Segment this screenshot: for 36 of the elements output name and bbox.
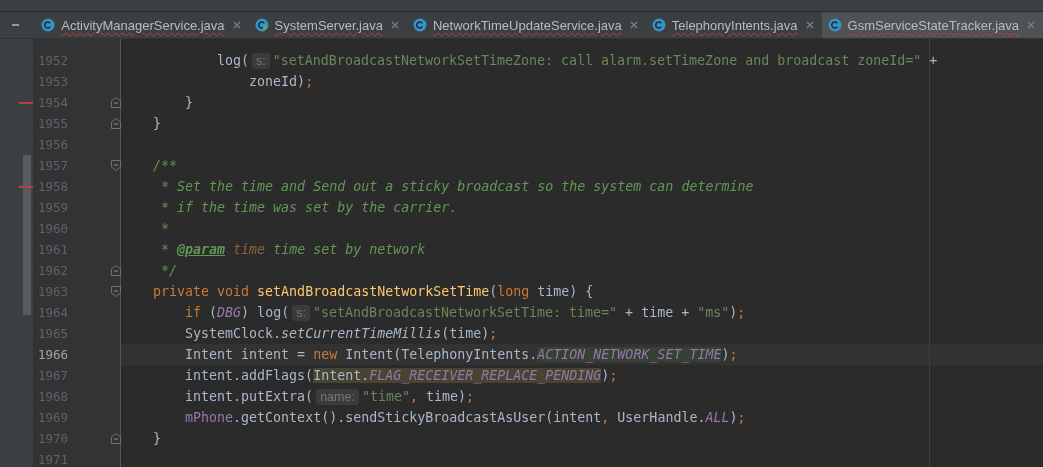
code-line: */ bbox=[160, 262, 178, 280]
code-line: } bbox=[152, 430, 162, 448]
code-line: /** bbox=[152, 157, 178, 175]
code-line: private void setAndBroadcastNetworkSetTime(long time) { bbox=[152, 283, 594, 301]
line-number: 1966 bbox=[37, 347, 68, 362]
code-line: intent.addFlags(Intent.FLAG_RECEIVER_REPLACE_PENDING); bbox=[184, 367, 618, 386]
editor-tab[interactable]: GsmServiceStateTracker.java bbox=[821, 12, 1043, 38]
fold-icon[interactable] bbox=[111, 118, 121, 129]
code-line: intent.putExtra( name: "time", time); bbox=[184, 387, 474, 407]
code-line: } bbox=[152, 115, 162, 133]
code-line: * Set the time and Send out a sticky broadcast so the system can determine bbox=[160, 178, 754, 196]
scrollbar-thumb[interactable] bbox=[23, 155, 31, 315]
close-icon[interactable] bbox=[1027, 21, 1035, 29]
fold-icon[interactable] bbox=[111, 97, 121, 108]
code-line: zoneId); bbox=[248, 73, 314, 91]
fold-icon[interactable] bbox=[111, 265, 121, 276]
code-line: } bbox=[184, 94, 194, 112]
code-line: * @param time time set by network bbox=[160, 241, 426, 259]
close-icon[interactable] bbox=[390, 21, 399, 29]
editor-tab[interactable]: SystemServer.java bbox=[248, 12, 407, 38]
fold-icon[interactable] bbox=[111, 160, 121, 171]
code-line: * bbox=[160, 220, 170, 238]
code-line: if (DBG) log( s: "setAndBroadcastNetworkSetTime: time=" + time + "ms"); bbox=[184, 303, 746, 323]
code-line: SystemClock.setCurrentTimeMillis(time); bbox=[184, 325, 498, 343]
code-line: mPhone.getContext().sendStickyBroadcastAsUser(intent, UserHandle.ALL); bbox=[184, 409, 746, 427]
code-line: Intent intent = new Intent(TelephonyIntents.ACTION_NETWORK_SET_TIME); bbox=[184, 346, 738, 365]
close-icon[interactable] bbox=[805, 21, 814, 29]
fold-icon[interactable] bbox=[111, 286, 121, 297]
editor-tab[interactable]: ActivityManagerService.java bbox=[35, 12, 249, 38]
editor-tab[interactable]: TelephonyIntents.java bbox=[645, 12, 822, 38]
editor-tab[interactable]: NetworkTimeUpdateService.java bbox=[406, 12, 646, 38]
minimize-icon[interactable] bbox=[12, 24, 20, 26]
close-icon[interactable] bbox=[629, 21, 638, 29]
fold-icon[interactable] bbox=[111, 433, 121, 444]
code-line: * if the time was set by the carrier. bbox=[160, 199, 458, 217]
close-icon[interactable] bbox=[232, 21, 241, 29]
